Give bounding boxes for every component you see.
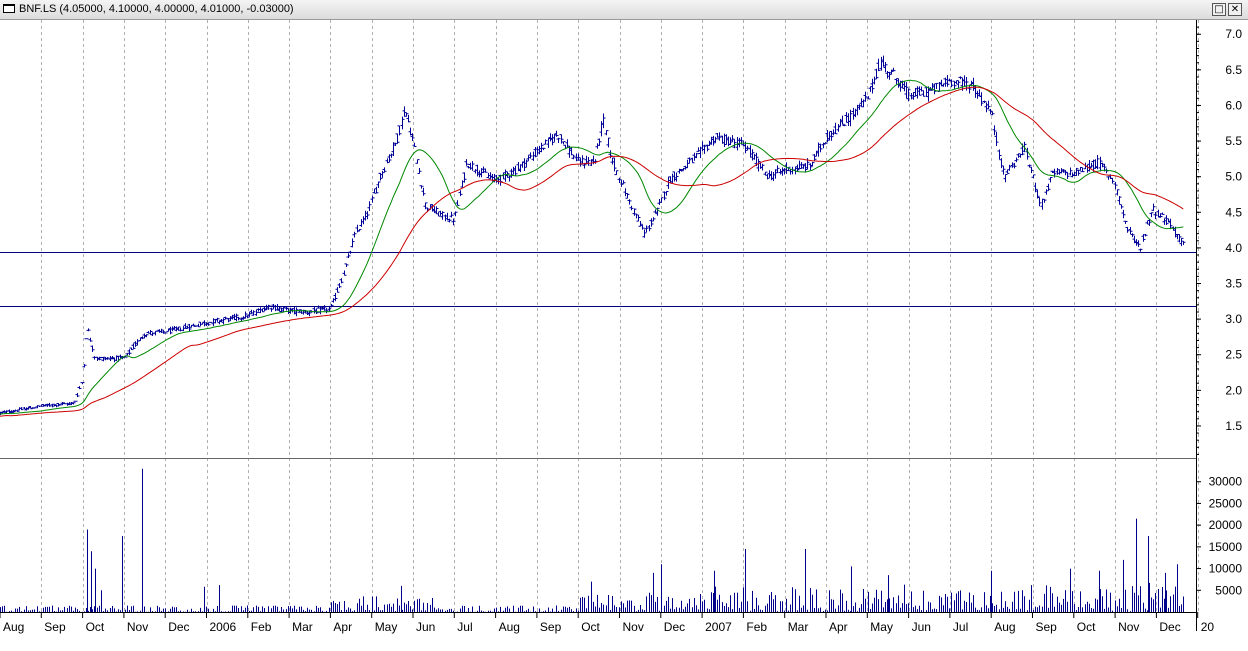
volume-tick-label: 30000 (1209, 475, 1243, 489)
time-tick-label: Nov (1118, 620, 1139, 634)
volume-tick-label: 10000 (1209, 562, 1243, 576)
time-tick-label: Apr (829, 620, 848, 634)
time-tick-label: Dec (1159, 620, 1180, 634)
price-tick-label: 1.5 (1225, 419, 1242, 433)
time-tick-label: Feb (251, 620, 272, 634)
volume-tick-label: 25000 (1209, 496, 1243, 510)
volume-tick-label: 20000 (1209, 518, 1243, 532)
price-axis-ticks: 7.0 6.5 6.0 5.5 5.0 4.5 4.0 3.5 3.0 2.5 2.0 1.5 (1196, 26, 1242, 455)
price-pane (0, 20, 1196, 458)
time-tick-label: Aug (3, 620, 24, 634)
time-tick-label: Nov (623, 620, 644, 634)
time-tick-label: Sep (44, 620, 66, 634)
time-tick-label: Aug (994, 620, 1015, 634)
close-button[interactable]: ✕ (1228, 3, 1242, 16)
time-tick-label: Oct (86, 620, 105, 634)
window-title: BNF.LS (4.05000, 4.10000, 4.00000, 4.010… (19, 3, 294, 15)
time-tick-label: Jul (953, 620, 968, 634)
price-tick-label: 3.5 (1225, 277, 1242, 291)
time-tick-label: Dec (664, 620, 685, 634)
window-icon (3, 4, 15, 13)
time-tick-label: Sep (1036, 620, 1058, 634)
time-tick-label: May (870, 620, 893, 634)
time-tick-label: Oct (581, 620, 600, 634)
time-tick-label: Nov (127, 620, 148, 634)
price-tick-label: 5.0 (1225, 170, 1242, 184)
chart-window-titlebar: BNF.LS (4.05000, 4.10000, 4.00000, 4.010… (0, 0, 1248, 20)
price-tick-label: 2.5 (1225, 348, 1242, 362)
volume-pane (0, 460, 1196, 612)
time-tick-label: Aug (499, 620, 520, 634)
time-tick-label: 2007 (705, 620, 732, 634)
time-tick-label: Jun (416, 620, 435, 634)
time-tick-label: Sep (540, 620, 562, 634)
volume-axis-ticks: 30000 25000 20000 15000 10000 5000 (1196, 475, 1243, 597)
time-tick-label: 2006 (210, 620, 237, 634)
price-tick-label: 2.0 (1225, 383, 1242, 397)
time-tick-label: Jun (912, 620, 931, 634)
restore-button[interactable]: □ (1212, 3, 1226, 16)
price-tick-label: 4.5 (1225, 205, 1242, 219)
price-volume-chart: 7.0 6.5 6.0 5.5 5.0 4.5 4.0 3.5 3.0 2.5 2.0 1.5 300… (0, 20, 1243, 634)
price-tick-label: 6.5 (1225, 63, 1242, 77)
time-tick-label: Feb (746, 620, 767, 634)
time-tick-label: Dec (168, 620, 189, 634)
price-tick-label: 6.0 (1225, 98, 1242, 112)
time-tick-label: Mar (788, 620, 809, 634)
time-tick-label: 20 (1201, 620, 1215, 634)
volume-tick-label: 5000 (1215, 583, 1242, 597)
price-tick-label: 4.0 (1225, 241, 1242, 255)
time-tick-label: Oct (1077, 620, 1096, 634)
time-tick-label: May (375, 620, 398, 634)
time-tick-label: Apr (333, 620, 352, 634)
time-axis-ticks: Aug Sep Oct Nov Dec 2006 Feb Mar Apr May Jun Jul Aug… (0, 612, 1214, 634)
time-tick-label: Mar (292, 620, 313, 634)
time-tick-label: Jul (457, 620, 472, 634)
volume-tick-label: 15000 (1209, 540, 1243, 554)
price-tick-label: 5.5 (1225, 134, 1242, 148)
price-tick-label: 7.0 (1225, 27, 1242, 41)
price-tick-label: 3.0 (1225, 312, 1242, 326)
